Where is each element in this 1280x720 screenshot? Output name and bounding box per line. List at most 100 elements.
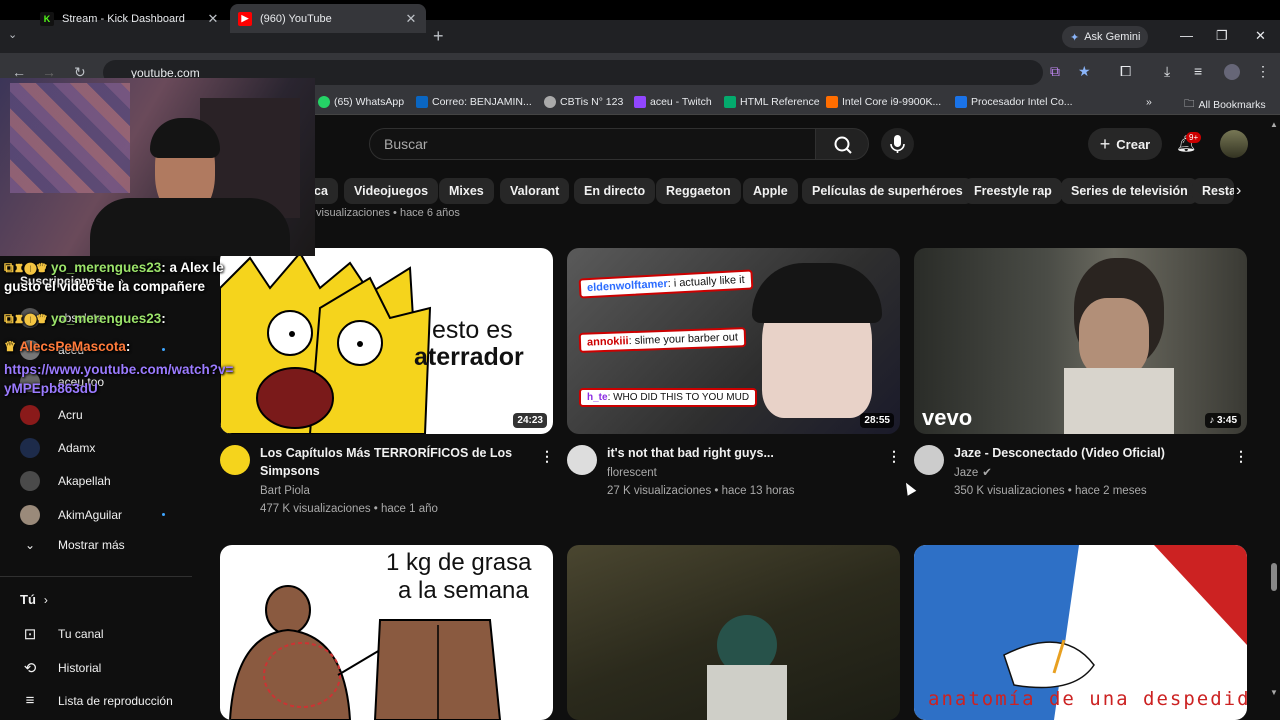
video-thumbnail-grasa[interactable]: 1 kg de grasa a la semana [220,545,553,720]
sidebar-item-akapellah[interactable]: Akapellah [20,471,111,491]
chevron-right-icon[interactable]: › [1236,182,1241,200]
channel-avatar[interactable] [220,445,250,475]
video-channel[interactable]: florescent [607,464,657,482]
tab-youtube[interactable]: ▶ (960) YouTube ✕ [230,4,426,33]
scroll-down-icon[interactable]: ▼ [1270,688,1278,697]
bookmark-correo[interactable]: Correo: BENJAMIN... [416,96,532,108]
sidebar-item-acru[interactable]: Acru [20,405,83,425]
minimize-icon[interactable]: — [1180,28,1193,43]
scroll-up-icon[interactable]: ▲ [1270,120,1278,129]
show-more-label: Mostrar más [58,538,125,552]
video-title[interactable]: Los Capítulos Más TERRORÍFICOS de Los Si… [260,444,520,480]
channel-avatar[interactable] [567,445,597,475]
bookmark-intel-core[interactable]: Intel Core i9-9900K... [826,96,941,108]
voice-search-button[interactable] [881,128,914,160]
menu-kebab-icon[interactable]: ⋮ [1256,63,1270,80]
wall-posters [10,83,130,193]
chat-badges-icon: ⧉♜❶♛ [4,260,51,275]
cast-icon[interactable]: ⧉ [1050,63,1060,80]
channel-avatar[interactable] [914,445,944,475]
chip[interactable]: Reggaeton [656,178,741,204]
bookmark-whatsapp[interactable]: (65) WhatsApp [318,96,404,108]
download-icon[interactable]: ⤓ [1164,63,1170,80]
channel-avatar [20,505,40,525]
bookmarks-overflow-icon[interactable]: » [1146,96,1152,108]
sidebar-item-label: Lista de reproducción [58,693,173,708]
body-transformation-illustration [228,585,502,720]
chip[interactable]: Valorant [500,178,570,204]
chip[interactable]: Videojuegos [344,178,439,204]
video-thumbnail-jaze[interactable]: vevo ♪ 3:45 [914,248,1247,434]
new-tab-plus-icon[interactable]: + [433,26,444,47]
chip[interactable]: Series de televisión [1061,178,1198,204]
bookmark-label: Procesador Intel Co... [971,96,1073,108]
video-title[interactable]: Jaze - Desconectado (Video Oficial) [954,444,1224,462]
tab-kick-dashboard[interactable]: K Stream - Kick Dashboard ✕ [32,4,228,33]
globe-icon [544,96,556,108]
close-icon[interactable]: ✕ [206,11,220,27]
chip[interactable]: Resta [1192,178,1234,204]
profile-avatar[interactable] [1224,64,1240,80]
sidebar-item-adamx[interactable]: Adamx [20,438,95,458]
chip[interactable]: Freestyle rap [964,178,1062,204]
close-window-icon[interactable]: ✕ [1255,28,1266,44]
video-stats: 27 K visualizaciones • hace 13 horas [607,485,795,497]
bookmark-procesador[interactable]: Procesador Intel Co... [955,96,1073,108]
video-channel[interactable]: Jaze ✔︎ [954,464,992,482]
stream-chat-link[interactable]: https://www.youtube.com/watch?v=yMPEpb86… [4,360,239,398]
media-control-icon[interactable]: ≡ [1194,63,1202,79]
account-avatar[interactable] [1220,130,1248,158]
thumb-caption-line2: aterrador [414,343,524,371]
video-thumbnail-florescent[interactable]: eldenwolftamer: i actually like it annok… [567,248,900,434]
chevron-right-icon: › [43,592,48,607]
chat-user: annokiii [586,335,629,349]
video-channel[interactable]: Bart Piola [260,482,310,500]
video-thumbnail-anatomia[interactable]: anatomía de una despedida [914,545,1247,720]
bookmark-twitch[interactable]: aceu - Twitch [634,96,712,108]
video-thumbnail-room[interactable] [567,545,900,720]
chip[interactable]: Mixes [439,178,494,204]
bookmark-html-reference[interactable]: HTML Reference [724,96,820,108]
search-input[interactable]: Buscar [369,128,816,160]
partial-video-meta: visualizaciones • hace 6 años [316,207,460,219]
channel-avatar [20,438,40,458]
show-more-button[interactable]: ⌄ Mostrar más [20,538,125,552]
singer-face [1079,298,1149,378]
twitch-icon [634,96,646,108]
kick-icon: K [40,11,54,26]
page-scrollbar[interactable]: ▲ ▼ [1270,120,1278,700]
chip[interactable]: Apple [743,178,798,204]
search-button[interactable] [815,128,869,160]
verified-icon: ✔︎ [982,467,992,479]
chip[interactable]: En directo [574,178,656,204]
sidebar-item-historial[interactable]: ⟲ Historial [20,659,102,677]
sidebar-item-label: AkimAguilar [58,508,123,522]
restore-icon[interactable]: ❐ [1216,28,1228,44]
all-bookmarks[interactable]: 🗀 All Bookmarks [1184,96,1266,114]
video-thumbnail-simpsons[interactable]: esto es aterrador 24:23 [220,248,553,434]
sidebar-item-akimaguilar[interactable]: AkimAguilar [20,505,122,525]
more-options-icon[interactable]: ⋮ [887,448,901,465]
create-button[interactable]: + Crear [1088,128,1162,160]
sidebar-item-tu-canal[interactable]: ⊡ Tu canal [20,625,104,643]
tab-label: Stream - Kick Dashboard [62,12,185,25]
close-icon[interactable]: ✕ [404,11,418,27]
ask-gemini-button[interactable]: ✦ Ask Gemini [1062,26,1148,48]
sidebar-item-label: Adamx [58,441,96,455]
chat-badges-icon: ⧉♜❶♛ [4,311,51,326]
video-title[interactable]: it's not that bad right guys... [607,444,867,462]
bookmark-label: HTML Reference [740,96,820,108]
star-icon[interactable]: ★ [1078,63,1091,80]
more-options-icon[interactable]: ⋮ [1234,448,1248,465]
tab-search-chevron-icon[interactable]: ⌄ [8,28,17,41]
sidebar-item-playlist[interactable]: ≡ Lista de reproducción [20,692,173,709]
chip[interactable]: Películas de superhéroes [802,178,973,204]
you-header[interactable]: Tú › [20,592,48,607]
notification-badge: 9+ [1186,132,1202,143]
bookmark-cbtis[interactable]: CBTis N° 123 [544,96,623,108]
scrollbar-thumb[interactable] [1271,563,1277,591]
more-options-icon[interactable]: ⋮ [540,448,554,465]
music-note-icon: ♪ [1209,415,1217,426]
sidebar-item-label: Tu canal [58,627,104,641]
extensions-icon[interactable]: ⧠ [1120,63,1131,80]
